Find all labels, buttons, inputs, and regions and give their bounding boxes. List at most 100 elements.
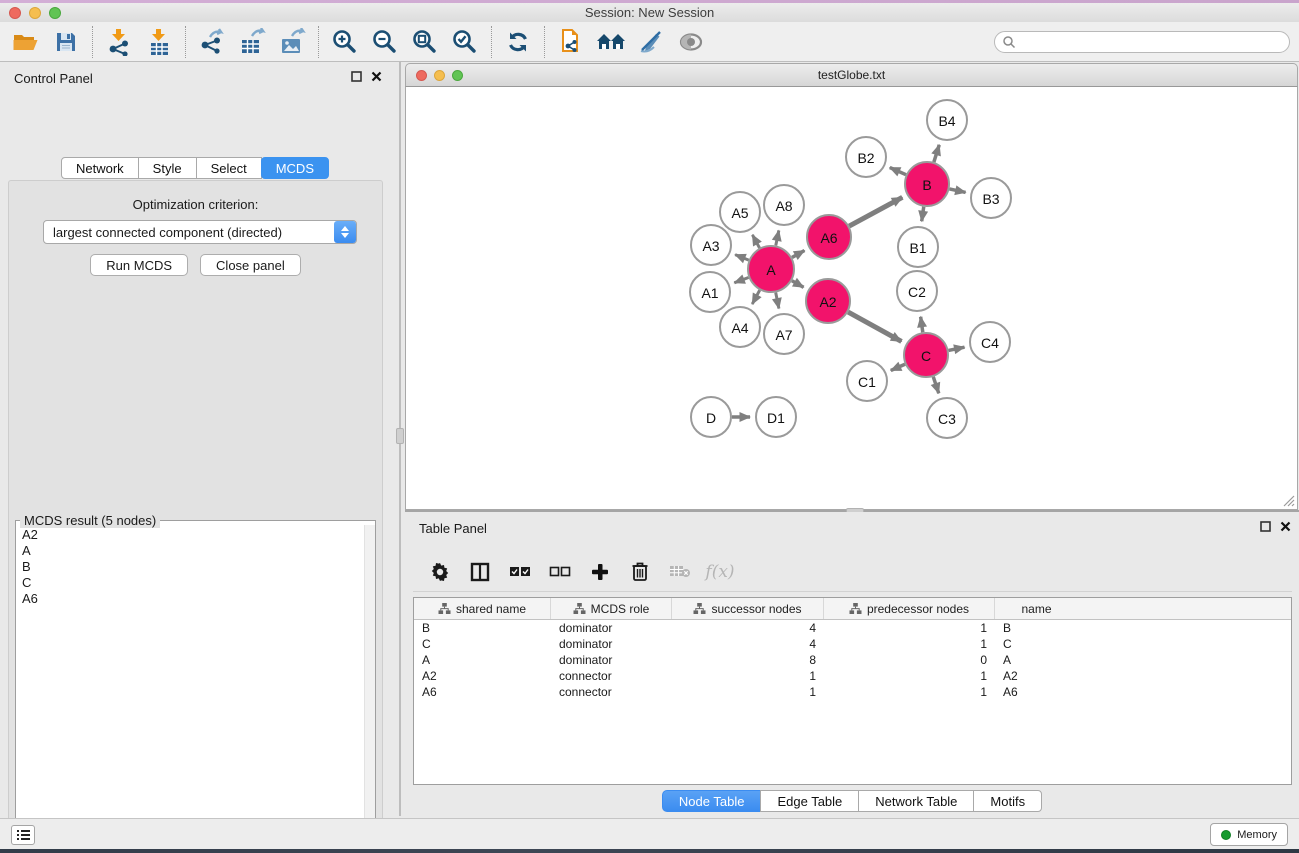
network-canvas[interactable]: AA1A2A3A4A5A6A7A8BB1B2B3B4CC1C2C3C4DD1	[405, 87, 1298, 510]
result-item[interactable]: B	[22, 559, 363, 575]
edge-C-C3[interactable]	[933, 377, 939, 394]
node-label-D1: D1	[767, 410, 785, 426]
cell-MCDS-role: dominator	[551, 621, 672, 635]
mcds-result-list[interactable]: A2ABCA6	[17, 527, 363, 853]
criterion-dropdown[interactable]: largest connected component (directed)	[43, 220, 357, 244]
tab-select[interactable]: Select	[196, 157, 262, 179]
column-header-successor-nodes[interactable]: successor nodes	[672, 598, 824, 619]
table-panel: Table Panel f(x) shared nameMCDS role	[405, 512, 1299, 818]
zoom-selected-icon[interactable]	[445, 25, 485, 59]
table-panel-title: Table Panel	[419, 521, 487, 536]
tab-edge-table[interactable]: Edge Table	[760, 790, 859, 812]
edge-A-A5[interactable]	[752, 235, 759, 248]
zoom-in-icon[interactable]	[325, 25, 365, 59]
tab-network[interactable]: Network	[61, 157, 139, 179]
search-icon	[1002, 35, 1016, 49]
tab-node-table[interactable]: Node Table	[662, 790, 762, 812]
save-icon[interactable]	[46, 25, 86, 59]
table-row[interactable]: Bdominator41B	[414, 620, 1291, 636]
result-item[interactable]: A2	[22, 527, 363, 543]
window-resize-grip[interactable]	[1282, 494, 1295, 507]
run-mcds-button[interactable]: Run MCDS	[90, 254, 188, 276]
refresh-icon[interactable]	[498, 25, 538, 59]
new-network-from-document-icon[interactable]	[551, 25, 591, 59]
eye-icon[interactable]	[671, 25, 711, 59]
column-hierarchy-icon	[573, 602, 586, 615]
node-label-D: D	[706, 410, 716, 426]
hide-annotations-icon[interactable]	[631, 25, 671, 59]
edge-C-C1[interactable]	[891, 364, 905, 370]
result-scrollbar[interactable]	[364, 525, 375, 853]
column-header-shared-name[interactable]: shared name	[414, 598, 551, 619]
zoom-out-icon[interactable]	[365, 25, 405, 59]
select-all-checkboxes-icon[interactable]	[507, 558, 533, 586]
node-label-B3: B3	[982, 191, 999, 207]
edge-A-A2[interactable]	[792, 281, 804, 288]
edge-A-A1[interactable]	[734, 277, 748, 282]
column-hierarchy-icon	[693, 602, 706, 615]
mcds-tab-content: Optimization criterion: largest connecte…	[8, 180, 383, 853]
node-label-A3: A3	[702, 238, 719, 254]
import-table-icon[interactable]	[139, 25, 179, 59]
table-row[interactable]: Adominator80A	[414, 652, 1291, 668]
edge-A2-C[interactable]	[848, 312, 901, 341]
node-label-C1: C1	[858, 374, 876, 390]
export-image-icon[interactable]	[272, 25, 312, 59]
tab-motifs[interactable]: Motifs	[973, 790, 1042, 812]
edge-B-B3[interactable]	[949, 189, 965, 193]
result-item[interactable]: C	[22, 575, 363, 591]
edge-A-A6[interactable]	[792, 251, 804, 258]
edge-B-B1[interactable]	[922, 207, 924, 221]
edge-B-B4[interactable]	[934, 145, 939, 162]
home-icon[interactable]	[591, 25, 631, 59]
zoom-fit-icon[interactable]	[405, 25, 445, 59]
settings-gear-icon[interactable]	[427, 558, 453, 586]
cell-name: A6	[995, 685, 1078, 699]
edge-A-A7[interactable]	[776, 293, 779, 309]
import-network-icon[interactable]	[99, 25, 139, 59]
delete-column-trash-icon[interactable]	[627, 558, 653, 586]
table-row[interactable]: A2connector11A2	[414, 668, 1291, 684]
column-header-name[interactable]: name	[995, 598, 1078, 619]
network-graph[interactable]: AA1A2A3A4A5A6A7A8BB1B2B3B4CC1C2C3C4DD1	[406, 87, 1297, 508]
open-folder-icon[interactable]	[6, 25, 46, 59]
column-header-MCDS-role[interactable]: MCDS role	[551, 598, 672, 619]
tab-mcds[interactable]: MCDS	[261, 157, 329, 179]
edge-C-C2[interactable]	[921, 317, 923, 332]
network-window-titlebar[interactable]: testGlobe.txt	[405, 63, 1298, 87]
column-header-predecessor-nodes[interactable]: predecessor nodes	[824, 598, 995, 619]
export-network-icon[interactable]	[192, 25, 232, 59]
tab-network-table[interactable]: Network Table	[858, 790, 974, 812]
edge-A6-B[interactable]	[849, 197, 902, 226]
node-table[interactable]: shared nameMCDS rolesuccessor nodesprede…	[413, 597, 1292, 785]
memory-button[interactable]: Memory	[1210, 823, 1288, 846]
export-table-icon[interactable]	[232, 25, 272, 59]
close-table-panel-icon[interactable]	[1280, 521, 1291, 532]
close-panel-button[interactable]: Close panel	[200, 254, 301, 276]
float-panel-icon[interactable]	[351, 71, 362, 82]
edge-A-A4[interactable]	[752, 290, 759, 304]
cell-shared-name: A	[414, 653, 551, 667]
add-column-icon[interactable]	[587, 558, 613, 586]
vertical-split-grip[interactable]	[396, 428, 404, 444]
control-panel-title: Control Panel	[14, 71, 93, 86]
table-row[interactable]: A6connector11A6	[414, 684, 1291, 700]
search-field[interactable]	[994, 31, 1290, 53]
edge-B-B2[interactable]	[890, 168, 906, 175]
close-panel-icon[interactable]	[371, 71, 382, 82]
search-input[interactable]	[1016, 35, 1276, 49]
node-label-A1: A1	[701, 285, 718, 301]
edge-C-C4[interactable]	[949, 347, 965, 350]
edge-A-A8[interactable]	[776, 230, 779, 245]
node-label-A7: A7	[775, 327, 792, 343]
table-row[interactable]: Cdominator41C	[414, 636, 1291, 652]
edge-A-A3[interactable]	[735, 255, 749, 260]
float-table-panel-icon[interactable]	[1260, 521, 1271, 532]
tab-style[interactable]: Style	[138, 157, 197, 179]
task-history-button[interactable]	[11, 825, 35, 845]
table-tabs: Node TableEdge TableNetwork TableMotifs	[405, 790, 1299, 812]
result-item[interactable]: A	[22, 543, 363, 559]
result-item[interactable]: A6	[22, 591, 363, 607]
deselect-all-checkboxes-icon[interactable]	[547, 558, 573, 586]
split-column-icon[interactable]	[467, 558, 493, 586]
